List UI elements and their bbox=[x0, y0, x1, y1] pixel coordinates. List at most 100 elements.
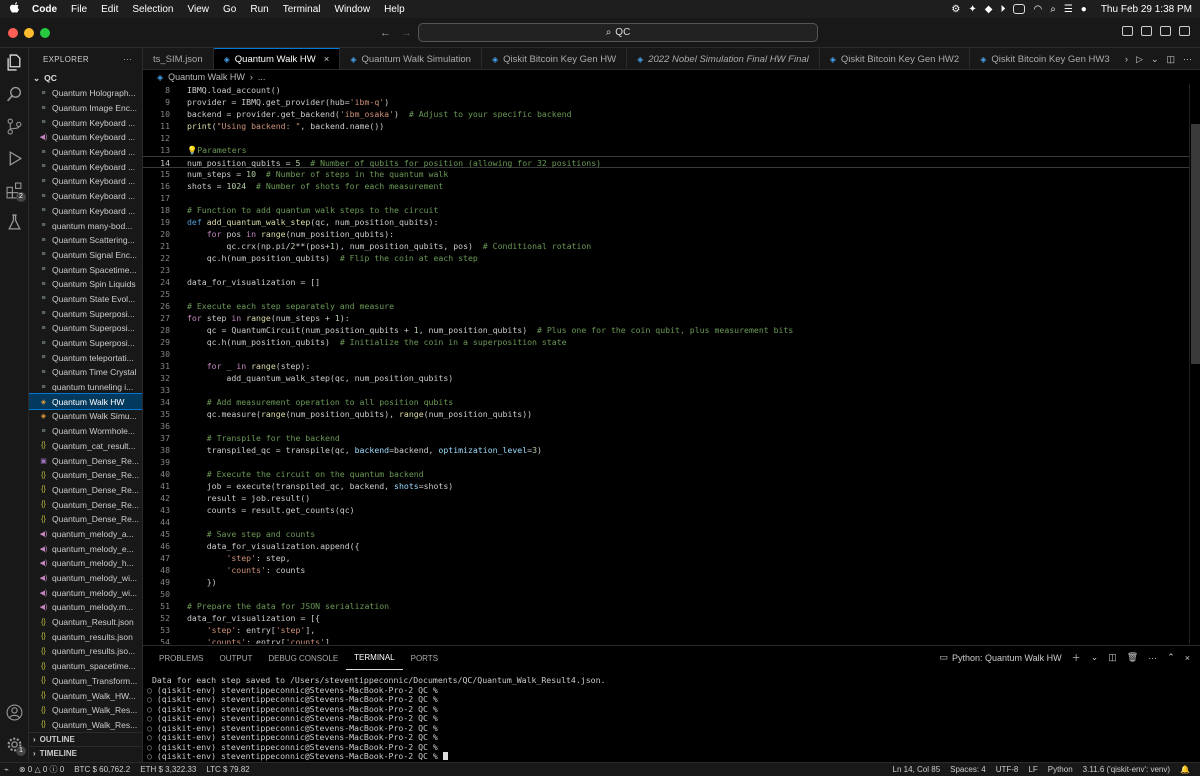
file-item[interactable]: ◀) quantum_melody_wi... bbox=[29, 571, 142, 586]
more-actions-icon[interactable]: ··· bbox=[1148, 653, 1157, 663]
minimize-window-icon[interactable] bbox=[24, 27, 34, 38]
timeline-section[interactable]: › TIMELINE bbox=[29, 746, 142, 760]
menu-run[interactable]: Run bbox=[250, 4, 268, 15]
ltc-price[interactable]: LTC $ 79.82 bbox=[206, 765, 249, 774]
menu-go[interactable]: Go bbox=[223, 4, 236, 15]
toggle-panel-icon[interactable] bbox=[1141, 26, 1152, 36]
file-item[interactable]: {} quantum_results.json bbox=[29, 629, 142, 644]
menu-selection[interactable]: Selection bbox=[132, 4, 173, 15]
code-line[interactable]: 15 num_steps = 10 # Number of steps in th… bbox=[143, 168, 1189, 180]
command-center-search[interactable]: ⌕ QC bbox=[418, 23, 818, 42]
customize-layout-icon[interactable] bbox=[1179, 26, 1190, 36]
maximize-window-icon[interactable] bbox=[40, 27, 50, 38]
code-line[interactable]: 28 qc = QuantumCircuit(num_position_qubi… bbox=[143, 324, 1189, 336]
code-line[interactable]: 13 💡Parameters bbox=[143, 144, 1189, 156]
breadcrumb-more[interactable]: ... bbox=[258, 72, 266, 82]
close-window-icon[interactable] bbox=[8, 27, 18, 38]
chevron-down-icon[interactable]: ⌄ bbox=[1091, 652, 1099, 663]
more-actions-icon[interactable]: ··· bbox=[1183, 54, 1192, 64]
code-line[interactable]: 11 print("Using backend: ", backend.name(… bbox=[143, 120, 1189, 132]
file-item[interactable]: ≡ Quantum State Evol... bbox=[29, 292, 142, 307]
file-item[interactable]: {} Quantum_Dense_Re... bbox=[29, 468, 142, 483]
menu-terminal[interactable]: Terminal bbox=[283, 4, 321, 15]
file-item[interactable]: ≡ Quantum Keyboard ... bbox=[29, 189, 142, 204]
file-item[interactable]: {} Quantum_cat_result... bbox=[29, 439, 142, 454]
file-item[interactable]: {} Quantum_Walk_Res... bbox=[29, 703, 142, 718]
code-line[interactable]: 29 qc.h(num_position_qubits) # Initializ… bbox=[143, 336, 1189, 348]
tab-results-sim-json[interactable]: ts_SIM.json bbox=[143, 48, 214, 69]
cursor-position[interactable]: Ln 14, Col 85 bbox=[893, 765, 941, 774]
file-item[interactable]: ◀) quantum_melody.m... bbox=[29, 600, 142, 615]
code-line[interactable]: 21 qc.crx(np.pi/2**(pos+1), num_position… bbox=[143, 240, 1189, 252]
tab-output[interactable]: OUTPUT bbox=[211, 646, 260, 670]
file-item[interactable]: ◈ Quantum Walk Simu... bbox=[29, 409, 142, 424]
editor-scrollbar[interactable] bbox=[1189, 84, 1200, 644]
code-line[interactable]: 35 qc.measure(range(num_position_qubits)… bbox=[143, 408, 1189, 420]
code-line[interactable]: 40 # Execute the circuit on the quantum … bbox=[143, 468, 1189, 480]
tab-quantum-walk-hw[interactable]: ◈ Quantum Walk HW × bbox=[213, 48, 341, 69]
file-item[interactable]: ≡ Quantum Wormhole... bbox=[29, 424, 142, 439]
code-line[interactable]: 27 for step in range(num_steps + 1): bbox=[143, 312, 1189, 324]
accounts-icon[interactable] bbox=[5, 704, 23, 722]
file-item[interactable]: {} Quantum_Dense_Re... bbox=[29, 497, 142, 512]
tab-debug-console[interactable]: DEBUG CONSOLE bbox=[260, 646, 346, 670]
file-item[interactable]: {} quantum_spacetime... bbox=[29, 659, 142, 674]
file-item[interactable]: ≡ Quantum Signal Enc... bbox=[29, 248, 142, 263]
language-mode[interactable]: Python bbox=[1048, 765, 1073, 774]
explorer-more-actions[interactable]: ··· bbox=[123, 55, 132, 64]
extensions-icon[interactable]: 2 bbox=[5, 182, 26, 202]
toggle-sidebar-icon[interactable] bbox=[1122, 26, 1133, 36]
problems-indicator[interactable]: ⊗ 0 △ 0 ⓘ 0 bbox=[19, 764, 64, 775]
indentation[interactable]: Spaces: 4 bbox=[950, 765, 986, 774]
code-line[interactable]: 14 num_position_qubits = 5 # Number of qu… bbox=[143, 156, 1189, 168]
split-terminal-icon[interactable]: ◫ bbox=[1108, 652, 1117, 663]
code-line[interactable]: 22 qc.h(num_position_qubits) # Flip the … bbox=[143, 252, 1189, 264]
code-line[interactable]: 51 # Prepare the data for JSON serializat… bbox=[143, 600, 1189, 612]
file-item[interactable]: ◀) quantum_melody_e... bbox=[29, 541, 142, 556]
tab-terminal[interactable]: TERMINAL bbox=[346, 646, 403, 670]
code-line[interactable]: 19 def add_quantum_walk_step(qc, num_posi… bbox=[143, 216, 1189, 228]
code-line[interactable]: 44 bbox=[143, 516, 1189, 528]
code-line[interactable]: 31 for _ in range(step): bbox=[143, 360, 1189, 372]
file-item[interactable]: ≡ Quantum Spin Liquids bbox=[29, 277, 142, 292]
file-item[interactable]: ◀) Quantum Keyboard ... bbox=[29, 130, 142, 145]
file-item[interactable]: ≡ Quantum Superposi... bbox=[29, 336, 142, 351]
close-icon[interactable]: × bbox=[1185, 653, 1190, 663]
code-line[interactable]: 12 bbox=[143, 132, 1189, 144]
menu-window[interactable]: Window bbox=[335, 4, 371, 15]
file-item[interactable]: ≡ Quantum Scattering... bbox=[29, 233, 142, 248]
code-editor[interactable]: 8 IBMQ.load_account() 9 provider = IBMQ.get… bbox=[143, 84, 1189, 644]
terminal-output[interactable]: Data for each step saved to /Users/steve… bbox=[143, 675, 1200, 763]
battery-icon[interactable] bbox=[1013, 4, 1026, 14]
file-item[interactable]: ◈ Quantum Walk HW bbox=[29, 393, 142, 411]
file-item[interactable]: ≡ Quantum Spacetime... bbox=[29, 262, 142, 277]
code-line[interactable]: 24 data_for_visualization = [] bbox=[143, 276, 1189, 288]
code-line[interactable]: 52 data_for_visualization = [{ bbox=[143, 612, 1189, 624]
python-interpreter[interactable]: 3.11.6 ('qiskit-env': venv) bbox=[1083, 765, 1170, 774]
tab-2022-nobel-simulation[interactable]: ◈ 2022 Nobel Simulation Final HW Final bbox=[627, 48, 820, 69]
tab-quantum-walk-simulation[interactable]: ◈ Quantum Walk Simulation bbox=[340, 48, 482, 69]
source-control-icon[interactable] bbox=[5, 118, 23, 136]
code-line[interactable]: 42 result = job.result() bbox=[143, 492, 1189, 504]
wifi-icon[interactable]: ◠ bbox=[1033, 4, 1042, 15]
file-item[interactable]: {} Quantum_Dense_Re... bbox=[29, 512, 142, 527]
status-item-icon[interactable]: ◆ bbox=[985, 4, 993, 15]
testing-flask-icon[interactable] bbox=[5, 214, 23, 232]
siri-icon[interactable]: ● bbox=[1081, 4, 1087, 15]
encoding[interactable]: UTF-8 bbox=[996, 765, 1019, 774]
explorer-icon[interactable] bbox=[5, 54, 23, 72]
control-center-icon[interactable]: ☰ bbox=[1064, 4, 1073, 15]
trash-icon[interactable]: 🗑 bbox=[1127, 652, 1138, 663]
code-line[interactable]: 8 IBMQ.load_account() bbox=[143, 84, 1189, 96]
code-line[interactable]: 54 'counts': entry['counts'] bbox=[143, 636, 1189, 644]
status-item-icon[interactable]: ✦ bbox=[968, 4, 976, 15]
file-item[interactable]: ≡ Quantum Superposi... bbox=[29, 306, 142, 321]
code-line[interactable]: 38 transpiled_qc = transpile(qc, backend… bbox=[143, 444, 1189, 456]
run-icon[interactable]: ▷ bbox=[1136, 54, 1143, 65]
code-line[interactable]: 16 shots = 1024 # Number of shots for eac… bbox=[143, 180, 1189, 192]
code-line[interactable]: 32 add_quantum_walk_step(qc, num_positio… bbox=[143, 372, 1189, 384]
toggle-secondary-sidebar-icon[interactable] bbox=[1160, 26, 1171, 36]
file-item[interactable]: {} Quantum_Result.json bbox=[29, 615, 142, 630]
split-editor-icon[interactable]: ◫ bbox=[1166, 54, 1175, 65]
code-line[interactable]: 45 # Save step and counts bbox=[143, 528, 1189, 540]
